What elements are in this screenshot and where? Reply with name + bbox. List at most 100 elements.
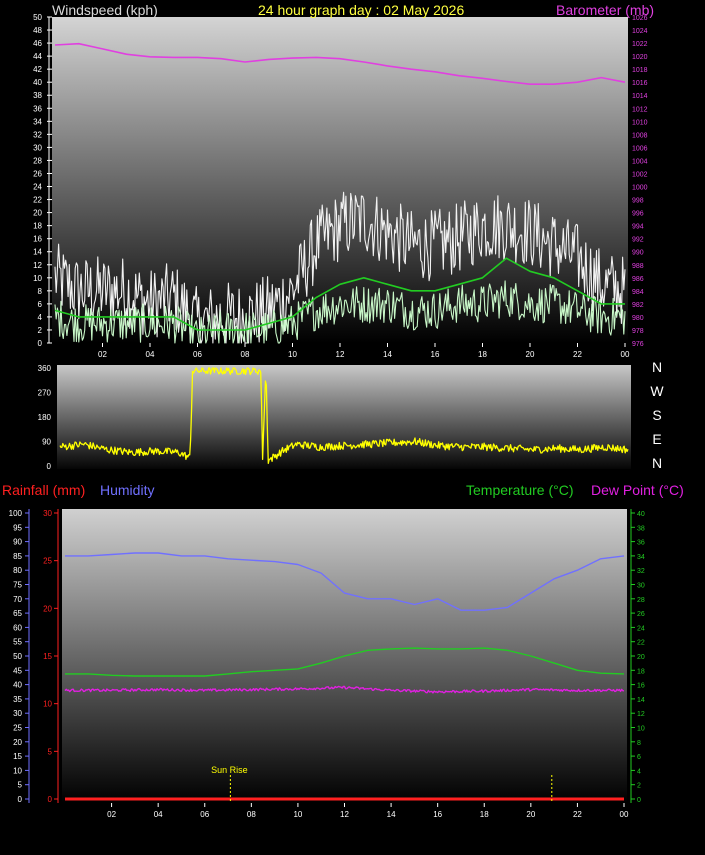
temperature-ytick-label: 36 [637, 540, 645, 547]
wind-ytick-label: 8 [38, 287, 43, 296]
wind-ytick-label: 16 [33, 235, 42, 244]
humidity-ytick-label: 25 [13, 724, 22, 733]
wind-ytick-label: 38 [33, 91, 42, 100]
humidity-ytick-label: 95 [13, 523, 22, 532]
baro-ytick-label: 1010 [632, 119, 648, 126]
baro-ytick-label: 1024 [632, 28, 648, 35]
baro-ytick-label: 1016 [632, 80, 648, 87]
temperature-axis-label: Temperature (°C) [466, 482, 574, 498]
temperature-ytick-label: 10 [637, 726, 645, 733]
sunrise-label: Sun Rise [211, 765, 248, 775]
humidity-ytick-label: 90 [13, 538, 22, 547]
wind-ytick-label: 20 [33, 209, 42, 218]
baro-ytick-label: 990 [632, 250, 644, 257]
temperature-ytick-label: 8 [637, 740, 641, 747]
temperature-ytick-label: 28 [637, 597, 645, 604]
baro-ytick-label: 1022 [632, 41, 648, 48]
wind-ytick-label: 42 [33, 65, 42, 74]
temperature-ytick-label: 16 [637, 683, 645, 690]
humidity-ytick-label: 10 [13, 766, 22, 775]
humidity-ytick-label: 45 [13, 666, 22, 675]
wind-ytick-label: 6 [38, 300, 43, 309]
humidity-ytick-label: 85 [13, 552, 22, 561]
baro-ytick-label: 992 [632, 237, 644, 244]
climate-xtick-label: 10 [293, 810, 302, 819]
climate-xtick-label: 16 [433, 810, 442, 819]
humidity-ytick-label: 35 [13, 695, 22, 704]
humidity-ytick-label: 50 [13, 652, 22, 661]
baro-ytick-label: 978 [632, 328, 644, 335]
rainfall-axis-label: Rainfall (mm) [2, 482, 86, 498]
wind-xtick-label: 00 [621, 350, 630, 359]
wind-ytick-label: 4 [38, 313, 43, 322]
temperature-ytick-label: 40 [637, 511, 645, 518]
climate-xtick-label: 02 [107, 810, 116, 819]
wind-xtick-label: 06 [193, 350, 202, 359]
wind-xtick-label: 10 [288, 350, 297, 359]
compass-letter-s: S [652, 407, 661, 423]
wind-xtick-label: 02 [98, 350, 107, 359]
rain-ytick-label: 25 [43, 557, 52, 566]
compass-letter-n: N [652, 455, 662, 471]
baro-ytick-label: 986 [632, 276, 644, 283]
temperature-ytick-label: 0 [637, 797, 641, 804]
baro-ytick-label: 1008 [632, 132, 648, 139]
wind-ytick-label: 2 [38, 326, 43, 335]
wind-xtick-label: 12 [336, 350, 345, 359]
baro-ytick-label: 998 [632, 198, 644, 205]
baro-ytick-label: 1000 [632, 185, 648, 192]
humidity-ytick-label: 30 [13, 709, 22, 718]
rain-ytick-label: 15 [43, 652, 52, 661]
wind-ytick-label: 34 [33, 117, 42, 126]
wind-ytick-label: 40 [33, 78, 42, 87]
rain-ytick-label: 5 [48, 747, 53, 756]
temperature-ytick-label: 2 [637, 783, 641, 790]
temperature-ytick-label: 22 [637, 640, 645, 647]
climate-xtick-label: 20 [526, 810, 535, 819]
baro-ytick-label: 1006 [632, 145, 648, 152]
temperature-ytick-label: 38 [637, 525, 645, 532]
baro-ytick-label: 984 [632, 289, 644, 296]
compass-letter-e: E [652, 431, 661, 447]
temperature-ytick-label: 6 [637, 754, 641, 761]
baro-ytick-label: 980 [632, 315, 644, 322]
baro-ytick-label: 976 [632, 341, 644, 348]
humidity-ytick-label: 100 [9, 509, 23, 518]
wind-ytick-label: 22 [33, 196, 42, 205]
climate-xtick-label: 06 [200, 810, 209, 819]
direction-ytick-label: 90 [42, 438, 51, 447]
wind-ytick-label: 28 [33, 156, 42, 165]
climate-xtick-label: 00 [620, 810, 629, 819]
baro-ytick-label: 1012 [632, 106, 648, 113]
humidity-ytick-label: 75 [13, 581, 22, 590]
baro-ytick-label: 988 [632, 263, 644, 270]
climate-xtick-label: 12 [340, 810, 349, 819]
climate-xtick-label: 08 [247, 810, 256, 819]
baro-ytick-label: 996 [632, 211, 644, 218]
humidity-ytick-label: 5 [18, 781, 23, 790]
compass-letter-w: W [650, 383, 664, 399]
humidity-ytick-label: 80 [13, 566, 22, 575]
compass-letter-n: N [652, 359, 662, 375]
weather-charts-svg: 0246810121416182022242628303234363840424… [9, 13, 665, 819]
wind-ytick-label: 24 [33, 183, 42, 192]
wind-ytick-label: 50 [33, 13, 42, 22]
temperature-ytick-label: 24 [637, 625, 645, 632]
weather-graph-page: 0 2 4 6 8 10 12 14 16 18 20 22 24 26 28 30 32 34 36 38 40 42 4… [0, 0, 705, 850]
chart-title: 24 hour graph day : 02 May 2026 [258, 2, 465, 18]
windspeed-axis-label: Windspeed (kph) [52, 2, 158, 18]
direction-ytick-label: 360 [38, 364, 52, 373]
wind-ytick-label: 26 [33, 169, 42, 178]
wind-xtick-label: 20 [526, 350, 535, 359]
humidity-ytick-label: 65 [13, 609, 22, 618]
humidity-ytick-label: 55 [13, 638, 22, 647]
dew-point-axis-label: Dew Point (°C) [591, 482, 684, 498]
temperature-ytick-label: 32 [637, 568, 645, 575]
temperature-ytick-label: 18 [637, 668, 645, 675]
rain-ytick-label: 10 [43, 700, 52, 709]
humidity-ytick-label: 0 [18, 795, 23, 804]
wind-xtick-label: 14 [383, 350, 392, 359]
baro-ytick-label: 1018 [632, 67, 648, 74]
humidity-ytick-label: 20 [13, 738, 22, 747]
wind-ytick-label: 12 [33, 261, 42, 270]
